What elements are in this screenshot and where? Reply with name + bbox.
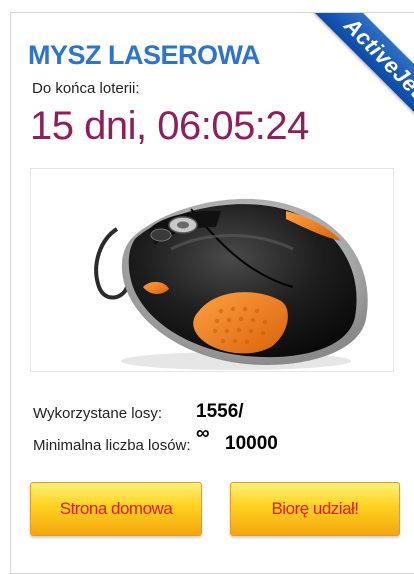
min-tickets-label: Minimalna liczba losów: [33, 437, 191, 454]
min-tickets-row: Minimalna liczba losów: 10000 [33, 433, 278, 454]
used-tickets-label: Wykorzystane losy: [33, 405, 163, 422]
product-image[interactable] [30, 168, 394, 372]
laser-mouse-image [94, 198, 368, 370]
used-tickets-row: Wykorzystane losy: 1556/∞ [33, 401, 244, 444]
countdown-label: Do końca loterii: [32, 80, 140, 97]
home-page-button[interactable]: Strona domowa [30, 482, 202, 536]
product-title[interactable]: MYSZ LASEROWA [28, 40, 261, 71]
countdown-timer: 15 dni, 06:05:24 [30, 104, 309, 148]
join-lottery-button[interactable]: Biorę udział! [230, 482, 400, 536]
min-tickets-value: 10000 [225, 433, 278, 454]
brand-ribbon-label: ActiveJet [297, 13, 414, 145]
